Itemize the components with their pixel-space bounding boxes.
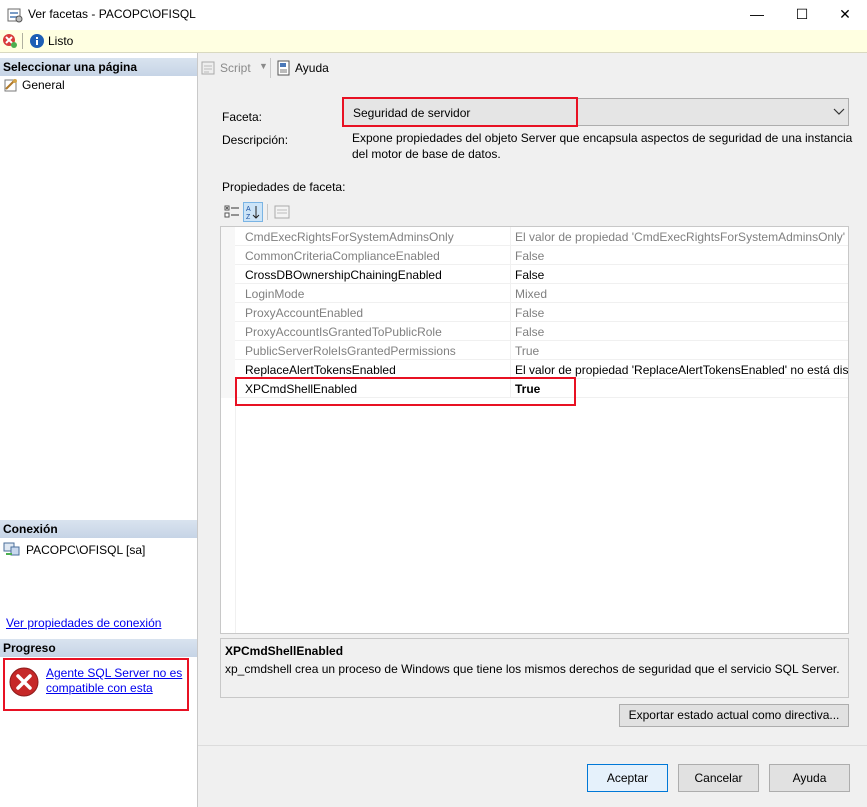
script-icon	[201, 61, 215, 75]
property-value: False	[515, 325, 545, 339]
help-toolbar-label: Ayuda	[295, 61, 329, 75]
property-description-text: xp_cmdshell crea un proceso de Windows q…	[225, 662, 840, 676]
export-policy-button[interactable]: Exportar estado actual como directiva...	[619, 704, 849, 727]
facets-window-icon	[7, 8, 23, 23]
help-book-icon	[277, 60, 290, 76]
property-name: PublicServerRoleIsGrantedPermissions	[245, 344, 456, 358]
page-item-label: General	[22, 78, 65, 92]
help-button[interactable]: Ayuda	[769, 764, 850, 792]
property-name: CmdExecRightsForSystemAdminsOnly	[245, 230, 454, 244]
property-value: El valor de propiedad 'ReplaceAlertToken…	[515, 363, 849, 377]
alphabetical-button[interactable]: A Z	[243, 202, 263, 222]
property-name: LoginMode	[245, 287, 305, 301]
property-row[interactable]: LoginMode Mixed	[221, 284, 848, 303]
property-row[interactable]: CmdExecRightsForSystemAdminsOnly El valor…	[221, 227, 848, 246]
facet-highlight	[342, 97, 578, 127]
facet-label: Faceta:	[222, 110, 263, 124]
progress-header: Progreso	[0, 639, 197, 657]
description-line1: Expone propiedades del objeto Server que…	[352, 131, 853, 145]
page-wrench-icon	[4, 79, 17, 92]
property-value: Mixed	[515, 287, 548, 301]
property-name: ProxyAccountEnabled	[245, 306, 364, 320]
sort-alphabetical-icon: A Z	[246, 206, 260, 220]
property-pages-icon[interactable]	[274, 204, 290, 220]
property-description-box: XPCmdShellEnabled xp_cmdshell crea un pr…	[220, 638, 849, 698]
title-bar: Ver facetas - PACOPC\OFISQL — ☐ ✕	[0, 0, 867, 30]
property-row[interactable]: ProxyAccountEnabled False	[221, 303, 848, 322]
view-connection-properties-link[interactable]: Ver propiedades de conexión	[6, 616, 161, 630]
info-icon	[30, 34, 44, 48]
property-row[interactable]: CommonCriteriaComplianceEnabled False	[221, 246, 848, 265]
property-name: CommonCriteriaComplianceEnabled	[245, 249, 440, 263]
script-label: Script	[220, 61, 251, 75]
cancel-button[interactable]: Cancelar	[678, 764, 759, 792]
maximize-button[interactable]: ☐	[779, 0, 825, 30]
property-value: El valor de propiedad 'CmdExecRightsForS…	[515, 230, 849, 244]
svg-text:A: A	[246, 206, 251, 213]
property-row[interactable]: ProxyAccountIsGrantedToPublicRole False	[221, 322, 848, 341]
ok-button[interactable]: Aceptar	[587, 764, 668, 792]
properties-grid: CmdExecRightsForSystemAdminsOnly El valor…	[220, 226, 849, 634]
property-value: True	[515, 344, 540, 358]
svg-text:Z: Z	[246, 214, 251, 220]
page-item-general[interactable]: General	[2, 76, 196, 94]
status-strip: Listo	[0, 30, 867, 53]
window-title: Ver facetas - PACOPC\OFISQL	[28, 7, 196, 21]
progress-message-line2[interactable]: compatible con esta	[46, 681, 153, 695]
server-connection-icon	[3, 542, 20, 556]
property-name: ProxyAccountIsGrantedToPublicRole	[245, 325, 442, 339]
connection-header: Conexión	[0, 520, 197, 538]
property-row[interactable]: CrossDBOwnershipChainingEnabled False	[221, 265, 848, 284]
property-description-title: XPCmdShellEnabled	[225, 644, 344, 658]
status-text: Listo	[48, 34, 74, 48]
description-line2: del motor de base de datos.	[352, 147, 501, 161]
progress-message-line1[interactable]: Agente SQL Server no es	[46, 666, 182, 680]
stop-refresh-icon[interactable]	[2, 33, 18, 49]
script-dropdown-icon[interactable]: ▼	[259, 61, 268, 71]
property-value: False	[515, 306, 545, 320]
xpcmdshell-highlight	[235, 377, 576, 406]
categorized-icon[interactable]	[224, 204, 240, 220]
property-value: False	[515, 249, 545, 263]
close-button[interactable]: ✕	[822, 0, 867, 30]
properties-label: Propiedades de faceta:	[222, 180, 346, 194]
chevron-down-icon	[833, 108, 845, 115]
property-value: False	[515, 268, 545, 282]
error-icon	[9, 667, 39, 697]
property-row[interactable]: PublicServerRoleIsGrantedPermissions True	[221, 341, 848, 360]
select-page-header: Seleccionar una página	[0, 58, 197, 76]
property-name: CrossDBOwnershipChainingEnabled	[245, 268, 442, 282]
property-name: ReplaceAlertTokensEnabled	[245, 363, 396, 377]
minimize-button[interactable]: —	[734, 0, 780, 30]
connection-value: PACOPC\OFISQL [sa]	[26, 543, 146, 557]
description-label: Descripción:	[222, 133, 289, 147]
